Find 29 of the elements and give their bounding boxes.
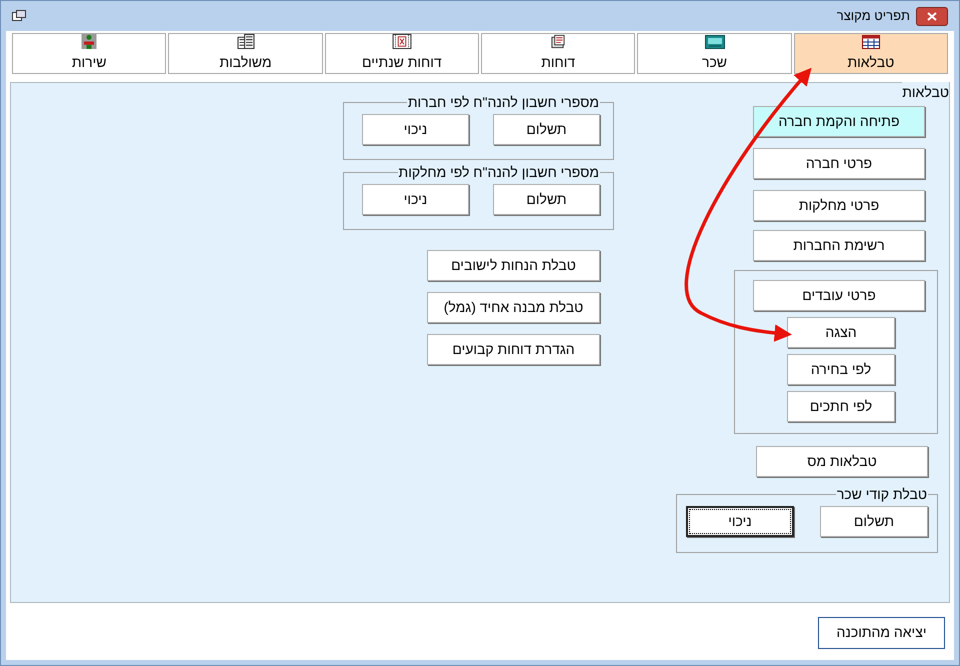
menu-button[interactable]: לפי חתכים bbox=[787, 391, 895, 422]
group-title: טבלת קודי שכר bbox=[836, 486, 928, 502]
menu-button[interactable]: פרטי עובדים bbox=[753, 280, 925, 311]
menu-button[interactable]: ניכוי bbox=[362, 184, 469, 215]
menu-button[interactable]: טבלת מבנה אחיד (גמל) bbox=[427, 292, 600, 323]
tab[interactable]: שירות bbox=[12, 33, 166, 74]
menu-button[interactable]: הגדרת דוחות קבועים bbox=[427, 334, 600, 365]
menu-button[interactable]: טבלת הנחות לישובים bbox=[427, 250, 600, 281]
window-title: תפריט מקוצר bbox=[836, 7, 910, 26]
tab[interactable]: דוחות bbox=[481, 33, 636, 74]
tab[interactable]: דוחות שנתיים bbox=[324, 33, 480, 74]
menu-button[interactable]: הצגה bbox=[787, 317, 895, 348]
menu-button[interactable]: תשלום bbox=[493, 184, 600, 215]
group-title: מספרי חשבון להנה"ח לפי מחלקות bbox=[398, 164, 600, 180]
menu-button[interactable]: פרטי חברה bbox=[753, 148, 925, 179]
menu-button[interactable]: טבלאות מס bbox=[756, 446, 928, 477]
menu-button[interactable]: רשימת החברות bbox=[753, 230, 925, 261]
menu-button[interactable]: ניכוי bbox=[362, 114, 469, 145]
menu-button[interactable]: ניכוי bbox=[686, 506, 794, 537]
exit-button[interactable]: יציאה מהתוכנה bbox=[818, 616, 945, 648]
menu-button[interactable]: תשלום bbox=[493, 114, 600, 145]
menu-button[interactable]: תשלום bbox=[820, 506, 928, 537]
menu-button[interactable]: לפי בחירה bbox=[787, 354, 895, 385]
tab[interactable]: משולבות bbox=[168, 33, 323, 74]
tab[interactable]: טבלאות bbox=[794, 33, 948, 74]
menu-button[interactable]: פתיחה והקמת חברה bbox=[753, 106, 925, 137]
tab[interactable]: שכר bbox=[637, 33, 792, 74]
group-title: מספרי חשבון להנה"ח לפי חברות bbox=[406, 94, 600, 110]
menu-button[interactable]: פרטי מחלקות bbox=[753, 190, 925, 221]
